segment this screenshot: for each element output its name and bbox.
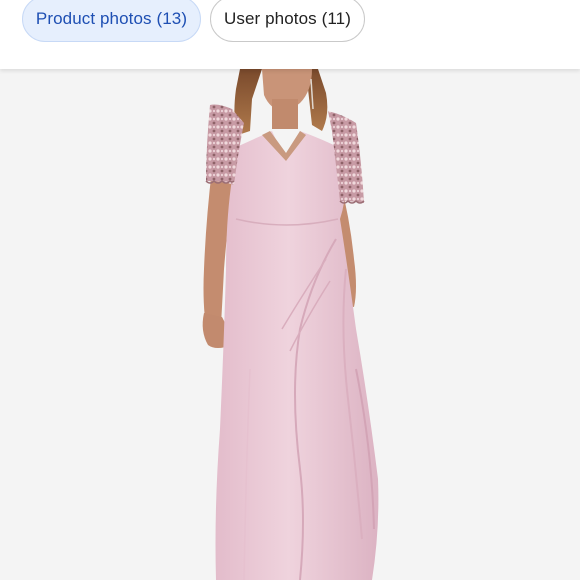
tab-user-photos-label: User photos (11) [224, 9, 351, 28]
photo-viewer: Product photos (13) User photos (11) [0, 0, 580, 580]
tab-product-photos-label: Product photos (13) [35, 9, 188, 28]
tab-product-photos[interactable]: Product photos (13) [22, 0, 201, 42]
tab-user-photos[interactable]: User photos (11) [210, 0, 365, 42]
photo-tabs-bar: Product photos (13) User photos (11) [0, 0, 580, 69]
product-photo[interactable] [0, 69, 580, 580]
dress-model-image [0, 69, 580, 580]
